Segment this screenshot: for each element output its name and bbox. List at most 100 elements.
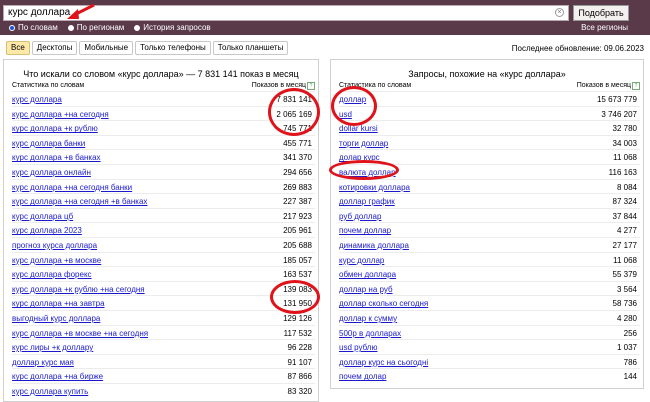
impressions-count: 129 126 <box>283 313 312 323</box>
tab-tablets-only[interactable]: Только планшеты <box>212 41 289 55</box>
radio-icon[interactable] <box>67 24 74 31</box>
query-link[interactable]: почем доллар <box>339 226 391 235</box>
query-link[interactable]: доллар сколько сегодня <box>339 299 428 308</box>
query-link[interactable]: курс доллара купить <box>12 387 88 396</box>
table-row: курс доллара +к рублю 745 771 <box>12 120 315 135</box>
query-link[interactable]: курс доллара +на сегодня банки <box>12 183 132 192</box>
table-row: выгодный курс доллара 129 126 <box>12 309 315 325</box>
query-link[interactable]: курс доллара цб <box>12 212 73 221</box>
query-link[interactable]: торги доллар <box>339 139 388 148</box>
query-link[interactable]: доллар курс на сьогодні <box>339 358 428 367</box>
last-updated: Последнее обновление: 09.06.2023 <box>511 44 644 53</box>
query-link[interactable]: usd рублю <box>339 343 377 352</box>
table-row: курс доллара +на сегодня +в банках 227 38… <box>12 193 315 208</box>
impressions-count: 87 866 <box>287 372 312 382</box>
query-link[interactable]: курс доллара +на бирже <box>12 372 103 381</box>
impressions-count: 205 961 <box>283 226 312 236</box>
query-link[interactable]: доллар на руб <box>339 285 393 294</box>
table-row: доллар на руб 3 564 <box>339 280 640 296</box>
annotation-circle <box>270 280 320 314</box>
impressions-count: 32 780 <box>612 124 637 134</box>
impressions-count: 185 057 <box>283 255 312 265</box>
impressions-count: 11 068 <box>613 255 637 265</box>
query-link[interactable]: курс доллара +к рублю +на сегодня <box>12 285 145 294</box>
table-row: курс доллара +на бирже 87 866 <box>12 368 315 383</box>
impressions-count: 3 746 207 <box>601 109 637 119</box>
query-link[interactable]: курс доллара +в банках <box>12 153 101 162</box>
table-row: доллар курс на сьогодні 786 <box>339 353 640 369</box>
table-row: usd 3 746 207 <box>339 105 640 121</box>
table-row: курс доллара форекс 163 537 <box>12 266 315 281</box>
tab-phones-only[interactable]: Только телефоны <box>135 41 211 55</box>
annotation-circle <box>331 86 377 126</box>
all-regions-link[interactable]: Все регионы <box>581 23 628 32</box>
query-link[interactable]: доллар график <box>339 197 395 206</box>
table-row: почем доллар 4 277 <box>339 222 640 237</box>
query-link[interactable]: обмен доллара <box>339 270 396 279</box>
table-row: доллар график 87 324 <box>339 193 640 208</box>
option-by-words[interactable]: По словам <box>9 23 58 32</box>
query-link[interactable]: курс доллар <box>339 256 384 265</box>
query-link[interactable]: котировки доллара <box>339 183 410 192</box>
query-link[interactable]: курс доллара +в москве <box>12 256 101 265</box>
query-link[interactable]: динамика доллара <box>339 241 409 250</box>
impressions-count: 96 228 <box>287 343 312 353</box>
query-link[interactable]: курс доллара +в москве +на сегодня <box>12 329 148 338</box>
query-link[interactable]: курс доллара банки <box>12 139 85 148</box>
impressions-count: 116 163 <box>608 167 637 177</box>
column-header-words: Статистика по словам <box>12 82 85 89</box>
query-link[interactable]: курс доллара онлайн <box>12 168 91 177</box>
annotation-arrow-icon <box>67 3 95 19</box>
table-row: курс доллара +на сегодня банки 269 883 <box>12 178 315 194</box>
table-row: курс доллара +в банках 341 370 <box>12 149 315 164</box>
tab-all[interactable]: Все <box>6 41 30 55</box>
table-row: динамика доллара 27 177 <box>339 236 640 252</box>
impressions-count: 294 656 <box>283 167 312 177</box>
query-link[interactable]: выгодный курс доллара <box>12 314 100 323</box>
tab-mobile[interactable]: Мобильные <box>79 41 134 55</box>
table-row: курс доллара +в москве 185 057 <box>12 251 315 267</box>
table-row: руб доллар 37 844 <box>339 207 640 223</box>
column-header-impressions: Показов в месяц? <box>577 82 640 90</box>
help-icon[interactable]: ? <box>307 82 315 90</box>
impressions-count: 58 736 <box>612 299 637 309</box>
clear-icon[interactable]: × <box>555 8 564 17</box>
query-link[interactable]: курс доллара +на завтра <box>12 299 105 308</box>
table-row: торги доллар 34 003 <box>339 134 640 150</box>
query-link[interactable]: курс доллара форекс <box>12 270 92 279</box>
query-link[interactable]: доллар к сумму <box>339 314 397 323</box>
impressions-count: 144 <box>623 372 637 382</box>
query-link[interactable]: доллар курс мая <box>12 358 74 367</box>
table-row: usd рублю 1 037 <box>339 339 640 354</box>
panel-title: Что искали со словом «курс доллара» — 7 … <box>23 69 299 79</box>
query-link[interactable]: курс лиры +к доллару <box>12 343 93 352</box>
query-link[interactable]: прогноз курса доллара <box>12 241 97 250</box>
impressions-count: 4 280 <box>616 313 637 323</box>
impressions-count: 455 771 <box>283 138 312 148</box>
tab-desktops[interactable]: Десктопы <box>31 41 78 55</box>
query-link[interactable]: почем долар <box>339 372 386 381</box>
radio-icon[interactable] <box>134 24 141 31</box>
query-link[interactable]: курс доллара +на сегодня <box>12 110 109 119</box>
query-link[interactable]: 500р в долларах <box>339 329 401 338</box>
impressions-count: 55 379 <box>612 270 637 280</box>
impressions-count: 1 037 <box>616 343 637 353</box>
search-button[interactable]: Подобрать <box>573 5 629 21</box>
query-link[interactable]: курс доллара +к рублю <box>12 124 98 133</box>
option-by-regions[interactable]: По регионам <box>67 23 124 32</box>
impressions-count: 37 844 <box>612 211 637 221</box>
panel-title: Запросы, похожие на «курс доллара» <box>408 69 566 79</box>
query-link[interactable]: курс доллара +на сегодня +в банках <box>12 197 147 206</box>
impressions-count: 163 537 <box>283 270 312 280</box>
query-link[interactable]: курс доллара 2023 <box>12 226 82 235</box>
table-row: 500р в долларах 256 <box>339 324 640 340</box>
query-link[interactable]: руб доллар <box>339 212 381 221</box>
query-link[interactable]: курс доллара <box>12 95 62 104</box>
impressions-count: 3 564 <box>616 284 637 294</box>
radio-selected-icon[interactable] <box>9 24 15 31</box>
search-input-value: курс доллара <box>8 7 71 18</box>
word-stats-table: курс доллара 7 831 141 курс доллара +на се… <box>12 91 315 397</box>
option-history[interactable]: История запросов <box>134 23 211 32</box>
impressions-count: 217 923 <box>283 211 312 221</box>
help-icon[interactable]: ? <box>632 82 640 90</box>
